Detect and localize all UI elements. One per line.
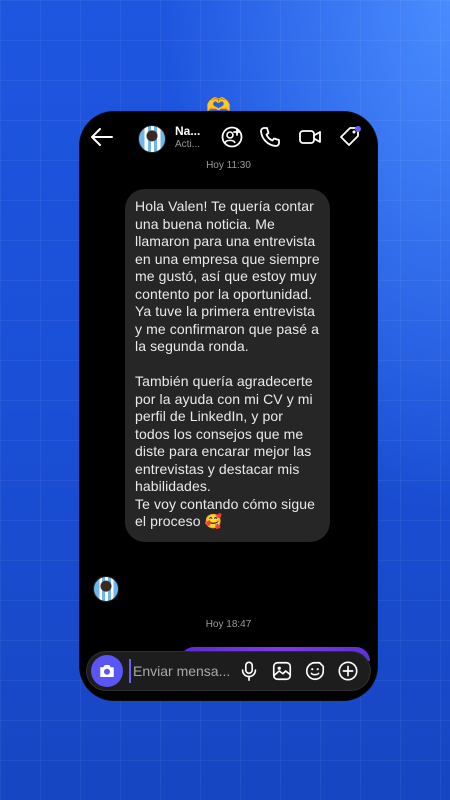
gallery-icon[interactable] [271, 660, 293, 682]
camera-button[interactable] [91, 655, 123, 687]
contact-avatar[interactable] [138, 125, 166, 153]
timestamp-bottom: Hoy 18:47 [205, 619, 252, 630]
phone-icon[interactable] [258, 125, 282, 149]
timestamp-top: Hoy 11:30 [206, 160, 251, 171]
camera-icon [100, 665, 114, 677]
add-person-icon[interactable] [220, 125, 244, 149]
chat-header: Na... Acti... [80, 112, 377, 162]
microphone-icon[interactable] [238, 660, 260, 682]
tag-icon[interactable] [338, 125, 362, 149]
video-call-icon[interactable] [298, 125, 322, 149]
message-composer [86, 651, 371, 691]
sticker-icon[interactable] [304, 660, 326, 682]
back-arrow-icon[interactable] [90, 126, 114, 148]
received-message-bubble[interactable]: Hola Valen! Te quería contar una buena n… [125, 189, 330, 542]
plus-icon[interactable] [337, 660, 359, 682]
contact-name[interactable]: Na... [175, 124, 205, 138]
message-text: Hola Valen! Te quería contar una buena n… [135, 198, 320, 529]
chat-window: Na... Acti... Hoy 11:30 Hola Valen! Te q… [80, 112, 377, 700]
contact-status: Acti... [175, 139, 201, 150]
sender-avatar[interactable] [93, 576, 119, 602]
message-input[interactable] [129, 659, 237, 683]
